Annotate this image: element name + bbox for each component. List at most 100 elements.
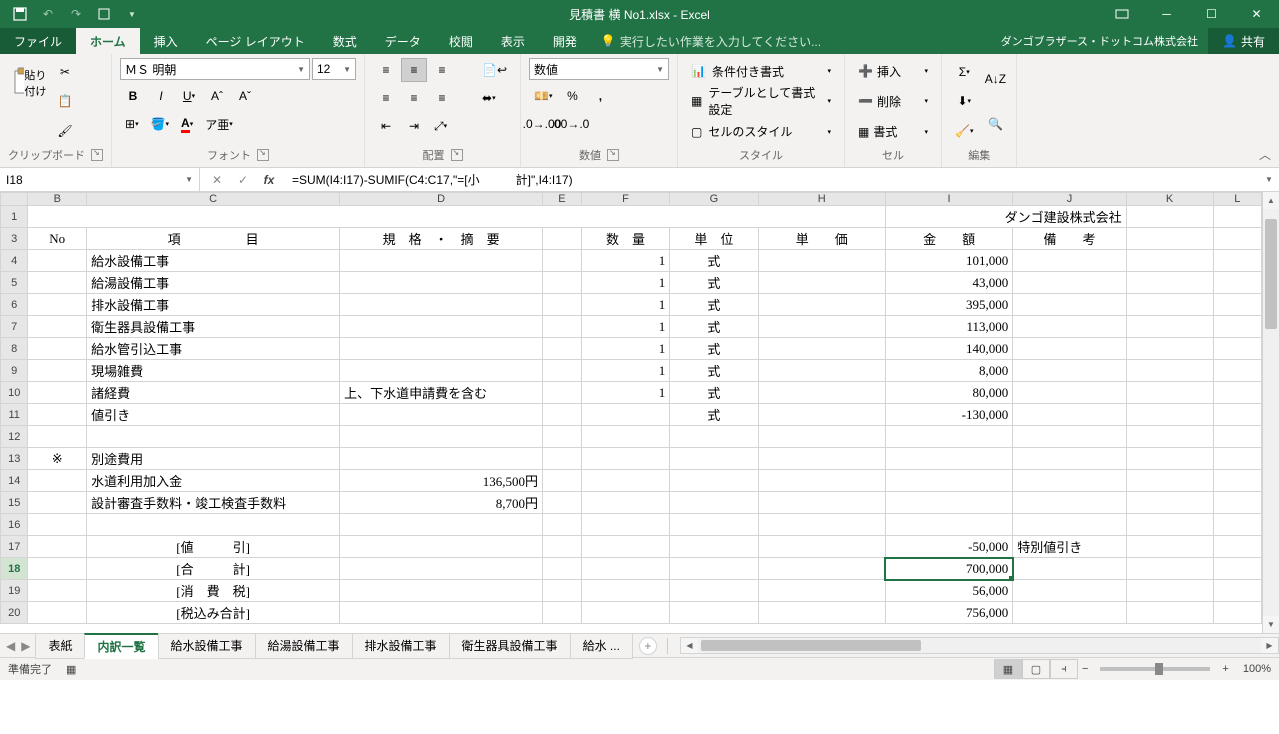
sheet-nav-next[interactable]: ▶ xyxy=(21,639,30,653)
tab-home[interactable]: ホーム xyxy=(76,28,140,54)
sheet-tab[interactable]: 排水設備工事 xyxy=(352,633,450,659)
orientation[interactable]: ⤢ ▾ xyxy=(429,114,452,138)
fill[interactable]: ⬇ ▾ xyxy=(950,89,978,113)
fill-color[interactable]: 🪣 ▾ xyxy=(146,112,174,136)
col-header[interactable]: B xyxy=(28,193,87,206)
formula-bar[interactable]: =SUM(I4:I17)-SUMIF(C4:C17,"=[小 計]",I4:I1… xyxy=(286,171,1259,188)
paste-button[interactable]: 貼り付け xyxy=(8,58,48,108)
font-color[interactable]: A ▾ xyxy=(176,112,198,136)
merge-center[interactable]: ⬌ ▾ xyxy=(477,86,501,110)
tab-view[interactable]: 表示 xyxy=(487,28,539,54)
borders-button[interactable]: ⊞ ▾ xyxy=(120,112,144,136)
view-normal[interactable]: ▦ xyxy=(994,659,1022,679)
collapse-ribbon[interactable]: ︿ xyxy=(1259,146,1271,163)
find-select[interactable]: 🔍 xyxy=(982,112,1008,136)
row-header[interactable]: 10 xyxy=(1,382,28,404)
col-header[interactable]: C xyxy=(87,193,340,206)
col-header[interactable]: F xyxy=(581,193,669,206)
scroll-left[interactable]: ◀ xyxy=(681,638,698,653)
number-dialog[interactable] xyxy=(607,149,619,161)
col-header[interactable]: I xyxy=(885,193,1012,206)
alignment-dialog[interactable] xyxy=(451,149,463,161)
row-header[interactable]: 1 xyxy=(1,206,28,228)
tab-developer[interactable]: 開発 xyxy=(539,28,591,54)
align-middle[interactable]: ≡ xyxy=(401,58,427,82)
row-header[interactable]: 11 xyxy=(1,404,28,426)
tab-formulas[interactable]: 数式 xyxy=(319,28,371,54)
sheet-tab[interactable]: 給湯設備工事 xyxy=(255,633,353,659)
name-box[interactable] xyxy=(0,173,179,187)
row-header[interactable]: 14 xyxy=(1,470,28,492)
scroll-down[interactable]: ▼ xyxy=(1263,616,1279,633)
clipboard-dialog[interactable] xyxy=(91,149,103,161)
align-right[interactable]: ≡ xyxy=(429,86,455,110)
share-button[interactable]: 👤 共有 xyxy=(1208,28,1279,54)
format-painter[interactable]: 🖌 xyxy=(52,119,78,143)
row-header[interactable]: 3 xyxy=(1,228,28,250)
row-header[interactable]: 13 xyxy=(1,448,28,470)
col-header[interactable]: E xyxy=(543,193,582,206)
tab-file[interactable]: ファイル xyxy=(0,28,76,54)
tab-review[interactable]: 校閲 xyxy=(435,28,487,54)
phonetic[interactable]: ア亜 ▾ xyxy=(200,112,238,136)
align-bottom[interactable]: ≡ xyxy=(429,58,455,82)
comma-style[interactable]: , xyxy=(587,84,613,108)
align-left[interactable]: ≡ xyxy=(373,86,399,110)
col-header[interactable]: H xyxy=(758,193,885,206)
company-name[interactable]: ダンゴ建設株式会社 xyxy=(885,206,1126,228)
align-center[interactable]: ≡ xyxy=(401,86,427,110)
row-header[interactable]: 17 xyxy=(1,536,28,558)
sheet-tab[interactable]: 給水設備工事 xyxy=(158,633,256,659)
col-header[interactable]: L xyxy=(1213,193,1261,206)
active-cell[interactable]: 700,000 xyxy=(885,558,1012,580)
sheet-tab[interactable]: 衛生器具設備工事 xyxy=(449,633,571,659)
col-header[interactable]: K xyxy=(1126,193,1213,206)
enter-formula[interactable]: ✓ xyxy=(230,169,256,191)
row-header[interactable]: 15 xyxy=(1,492,28,514)
col-header[interactable]: J xyxy=(1013,193,1126,206)
insert-function[interactable]: fx xyxy=(256,169,282,191)
maximize-button[interactable]: ☐ xyxy=(1189,0,1234,28)
cancel-formula[interactable]: ✕ xyxy=(204,169,230,191)
row-header[interactable]: 7 xyxy=(1,316,28,338)
row-header[interactable]: 16 xyxy=(1,514,28,536)
scroll-thumb-h[interactable] xyxy=(701,640,921,651)
view-pagelayout[interactable]: ▢ xyxy=(1022,659,1050,679)
autosum[interactable]: Σ ▾ xyxy=(950,60,978,84)
row-header[interactable]: 6 xyxy=(1,294,28,316)
view-pagebreak[interactable]: ⫞ xyxy=(1050,659,1078,679)
qat-redo[interactable]: ↷ xyxy=(64,2,88,26)
account-name[interactable]: ダンゴブラザース・ドットコム株式会社 xyxy=(991,33,1208,49)
clear[interactable]: 🧹 ▾ xyxy=(950,119,978,143)
shrink-font[interactable]: Aˇ xyxy=(232,84,258,108)
copy-button[interactable]: 📋 xyxy=(52,89,78,113)
delete-cells[interactable]: ➖ 削除 ▾ xyxy=(853,89,933,113)
font-name-combo[interactable]: ＭＳ 明朝▼ xyxy=(120,58,310,80)
row-header[interactable]: 9 xyxy=(1,360,28,382)
tab-insert[interactable]: 挿入 xyxy=(140,28,192,54)
col-header[interactable]: G xyxy=(670,193,758,206)
minimize-button[interactable]: ─ xyxy=(1144,0,1189,28)
qat-save[interactable] xyxy=(8,2,32,26)
row-header[interactable]: 12 xyxy=(1,426,28,448)
number-format-combo[interactable]: 数値▼ xyxy=(529,58,669,80)
sort-filter[interactable]: A↓Z xyxy=(982,67,1008,91)
namebox-dropdown[interactable]: ▼ xyxy=(179,175,199,184)
bold-button[interactable]: B xyxy=(120,84,146,108)
row-header[interactable]: 5 xyxy=(1,272,28,294)
qat-touchmode[interactable] xyxy=(92,2,116,26)
decrease-decimal[interactable]: .00→.0 xyxy=(557,112,583,136)
grow-font[interactable]: Aˆ xyxy=(204,84,230,108)
sheet-tab[interactable]: 給水 ... xyxy=(570,633,633,659)
font-size-combo[interactable]: 12▼ xyxy=(312,58,356,80)
close-button[interactable]: ✕ xyxy=(1234,0,1279,28)
row-header[interactable]: 8 xyxy=(1,338,28,360)
macro-record-icon[interactable]: ▦ xyxy=(66,663,76,676)
new-sheet[interactable]: + xyxy=(639,637,657,655)
horizontal-scrollbar[interactable]: ◀ ▶ xyxy=(680,637,1279,654)
scroll-thumb-v[interactable] xyxy=(1265,219,1277,329)
row-header[interactable]: 20 xyxy=(1,602,28,624)
insert-cells[interactable]: ➕ 挿入 ▾ xyxy=(853,59,933,83)
tab-data[interactable]: データ xyxy=(371,28,435,54)
cut-button[interactable]: ✂ xyxy=(52,60,78,84)
